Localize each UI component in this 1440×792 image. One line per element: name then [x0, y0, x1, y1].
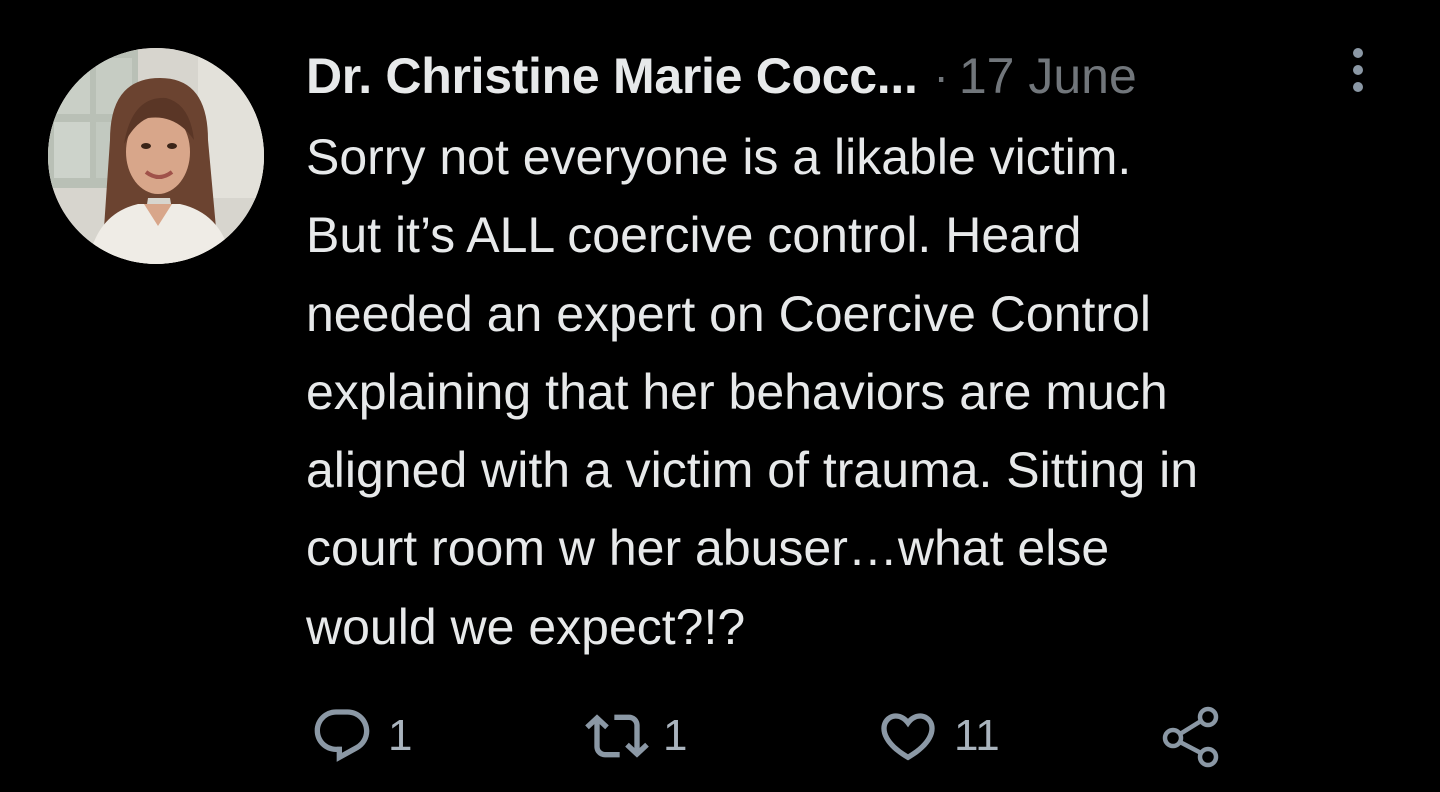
- tweet-header: Dr. Christine Marie Cocc... · 17 June: [306, 44, 1386, 108]
- share-button[interactable]: [1158, 700, 1224, 772]
- author-name[interactable]: Dr. Christine Marie Cocc...: [306, 47, 918, 105]
- share-icon: [1162, 706, 1219, 768]
- more-vertical-icon: [1353, 48, 1363, 92]
- more-options-button[interactable]: [1330, 42, 1386, 98]
- tweet-actions: 1 1 11: [300, 700, 1300, 772]
- tweet-text: Sorry not everyone is a likable victim. …: [306, 129, 1199, 655]
- heart-icon: [881, 713, 935, 761]
- tweet-timestamp[interactable]: 17 June: [959, 47, 1137, 105]
- reply-button[interactable]: 1: [310, 700, 412, 772]
- like-button[interactable]: 11: [876, 700, 1000, 772]
- reply-count: 1: [388, 711, 413, 760]
- retweet-button[interactable]: 1: [585, 700, 687, 772]
- header-separator: ·: [933, 50, 949, 102]
- reply-icon: [314, 709, 370, 762]
- author-avatar[interactable]: [48, 48, 264, 264]
- avatar-photo-icon: [48, 48, 264, 264]
- like-count: 11: [954, 711, 1000, 760]
- retweet-count: 1: [663, 711, 688, 760]
- tweet[interactable]: Dr. Christine Marie Cocc... · 17 June So…: [0, 0, 1440, 792]
- retweet-icon: [585, 714, 649, 758]
